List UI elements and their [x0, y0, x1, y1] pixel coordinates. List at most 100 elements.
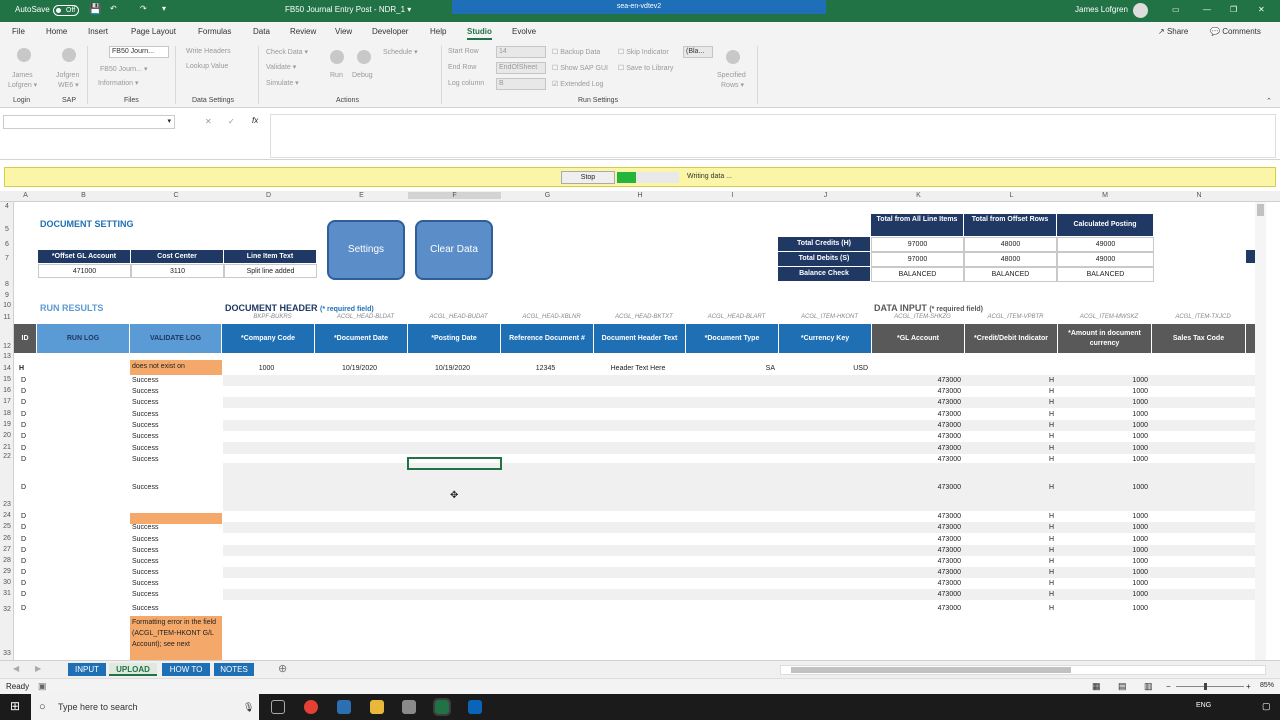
- gl-account-cell[interactable]: 473000: [872, 545, 961, 556]
- validate-log-cell[interactable]: Success: [132, 567, 220, 578]
- comments-button[interactable]: 💬 Comments: [1210, 27, 1261, 36]
- share-button[interactable]: ↗ Share: [1158, 27, 1188, 36]
- extended-log-checkbox[interactable]: ☑ Extended Log: [552, 80, 603, 88]
- validate-log-cell[interactable]: Success: [132, 454, 220, 465]
- specified-rows-icon[interactable]: [726, 50, 740, 64]
- validate-log-cell[interactable]: Success: [132, 386, 220, 397]
- header-data-cell[interactable]: 12345: [501, 363, 590, 374]
- normal-view-icon[interactable]: ▦: [1092, 681, 1101, 692]
- next-sheet-icon[interactable]: ▶: [35, 664, 41, 673]
- indicator-cell[interactable]: H: [965, 482, 1054, 493]
- indicator-cell[interactable]: H: [965, 420, 1054, 431]
- row-header-31[interactable]: 31: [0, 590, 14, 597]
- row-id[interactable]: D: [21, 511, 35, 522]
- selected-cell[interactable]: [407, 457, 502, 470]
- table-column-header[interactable]: *Currency Key: [779, 324, 871, 353]
- row-header-5[interactable]: 5: [0, 226, 14, 233]
- notifications-icon[interactable]: ▢: [1262, 701, 1271, 712]
- row-header-32[interactable]: 32: [0, 606, 14, 613]
- column-header-d[interactable]: D: [222, 192, 315, 199]
- stop-button[interactable]: Stop: [561, 171, 615, 184]
- header-data-cell[interactable]: SA: [686, 363, 775, 374]
- gl-account-cell[interactable]: 473000: [872, 511, 961, 522]
- gl-account-cell[interactable]: 473000: [872, 420, 961, 431]
- gl-account-cell[interactable]: 473000: [872, 409, 961, 420]
- indicator-cell[interactable]: H: [965, 567, 1054, 578]
- line-item-text-value[interactable]: Split line added: [224, 264, 317, 278]
- windows-start-icon[interactable]: ⊞: [10, 699, 20, 713]
- menu-home[interactable]: Home: [46, 27, 67, 36]
- tab-upload[interactable]: UPLOAD: [109, 663, 157, 676]
- header-data-cell[interactable]: 10/19/2020: [408, 363, 497, 374]
- row-id[interactable]: D: [21, 431, 35, 442]
- row-id[interactable]: D: [21, 603, 35, 614]
- menu-formulas[interactable]: Formulas: [198, 27, 231, 36]
- indicator-cell[interactable]: H: [965, 522, 1054, 533]
- row-header-9[interactable]: 9: [0, 292, 14, 299]
- specified-rows-2[interactable]: Rows ▾: [721, 81, 744, 89]
- menu-developer[interactable]: Developer: [372, 27, 408, 36]
- gl-account-cell[interactable]: 473000: [872, 589, 961, 600]
- column-header-j[interactable]: J: [779, 192, 872, 199]
- amount-cell[interactable]: 1000: [1058, 545, 1148, 556]
- prev-sheet-icon[interactable]: ◀: [13, 664, 19, 673]
- zoom-slider-thumb[interactable]: [1204, 683, 1207, 690]
- column-header-b[interactable]: B: [37, 192, 130, 199]
- indicator-cell[interactable]: H: [965, 375, 1054, 386]
- save-icon[interactable]: 💾: [89, 4, 101, 15]
- row-header-16[interactable]: 16: [0, 387, 14, 394]
- table-column-header[interactable]: RUN LOG: [37, 324, 129, 353]
- indicator-cell[interactable]: H: [965, 589, 1054, 600]
- table-column-header[interactable]: *GL Account: [872, 324, 964, 353]
- column-header-m[interactable]: M: [1058, 192, 1152, 199]
- indicator-cell[interactable]: H: [965, 386, 1054, 397]
- row-id[interactable]: D: [21, 589, 35, 600]
- run-button[interactable]: Run: [330, 72, 343, 79]
- row-id[interactable]: D: [21, 578, 35, 589]
- amount-cell[interactable]: 1000: [1058, 443, 1148, 454]
- gl-account-cell[interactable]: 473000: [872, 443, 961, 454]
- outlook-icon[interactable]: [468, 700, 482, 714]
- amount-cell[interactable]: 1000: [1058, 482, 1148, 493]
- table-column-header[interactable]: Sales Tax Code: [1152, 324, 1245, 353]
- menu-studio[interactable]: Studio: [467, 27, 492, 40]
- row-id[interactable]: H: [14, 363, 36, 374]
- row-header-19[interactable]: 19: [0, 421, 14, 428]
- row-id[interactable]: D: [21, 522, 35, 533]
- row-id[interactable]: D: [21, 420, 35, 431]
- amount-cell[interactable]: 1000: [1058, 567, 1148, 578]
- column-header-k[interactable]: K: [872, 192, 965, 199]
- skip-indicator-checkbox[interactable]: ☐ Skip Indicator: [618, 48, 669, 56]
- name-box[interactable]: ▾: [3, 115, 175, 129]
- indicator-cell[interactable]: H: [965, 603, 1054, 614]
- row-header-4[interactable]: 4: [0, 203, 14, 210]
- table-column-header[interactable]: VALIDATE LOG: [130, 324, 221, 353]
- validate-log-cell[interactable]: Success: [132, 589, 220, 600]
- tab-input[interactable]: INPUT: [68, 663, 106, 676]
- debug-button[interactable]: Debug: [352, 72, 373, 79]
- file-explorer-icon[interactable]: [370, 700, 384, 714]
- amount-cell[interactable]: 1000: [1058, 534, 1148, 545]
- gl-account-cell[interactable]: 473000: [872, 431, 961, 442]
- validate-log-cell[interactable]: Success: [132, 603, 220, 614]
- language-indicator[interactable]: ENG: [1196, 702, 1211, 709]
- row-id[interactable]: D: [21, 534, 35, 545]
- amount-cell[interactable]: 1000: [1058, 375, 1148, 386]
- row-id[interactable]: D: [21, 545, 35, 556]
- login-user-icon[interactable]: [17, 48, 31, 62]
- chevron-down-icon[interactable]: ▾: [167, 117, 171, 125]
- files-combo[interactable]: FB50 Journ...: [109, 46, 169, 58]
- worksheet-grid[interactable]: DOCUMENT SETTING *Offset GL Account Cost…: [14, 202, 1266, 660]
- autosave-toggle[interactable]: Off: [53, 5, 79, 16]
- zoom-out-icon[interactable]: −: [1166, 682, 1171, 691]
- column-header-l[interactable]: L: [965, 192, 1058, 199]
- column-header-i[interactable]: I: [686, 192, 779, 199]
- row-header-8[interactable]: 8: [0, 281, 14, 288]
- column-header-f[interactable]: F: [408, 192, 501, 199]
- zoom-in-icon[interactable]: +: [1246, 682, 1251, 691]
- row-header-21[interactable]: 21: [0, 444, 14, 451]
- table-column-header[interactable]: *Company Code: [222, 324, 314, 353]
- tab-how-to[interactable]: HOW TO: [162, 663, 210, 676]
- table-column-header[interactable]: *Credit/Debit Indicator: [965, 324, 1057, 353]
- files-item-1[interactable]: FB50 Journ... ▾: [100, 65, 147, 73]
